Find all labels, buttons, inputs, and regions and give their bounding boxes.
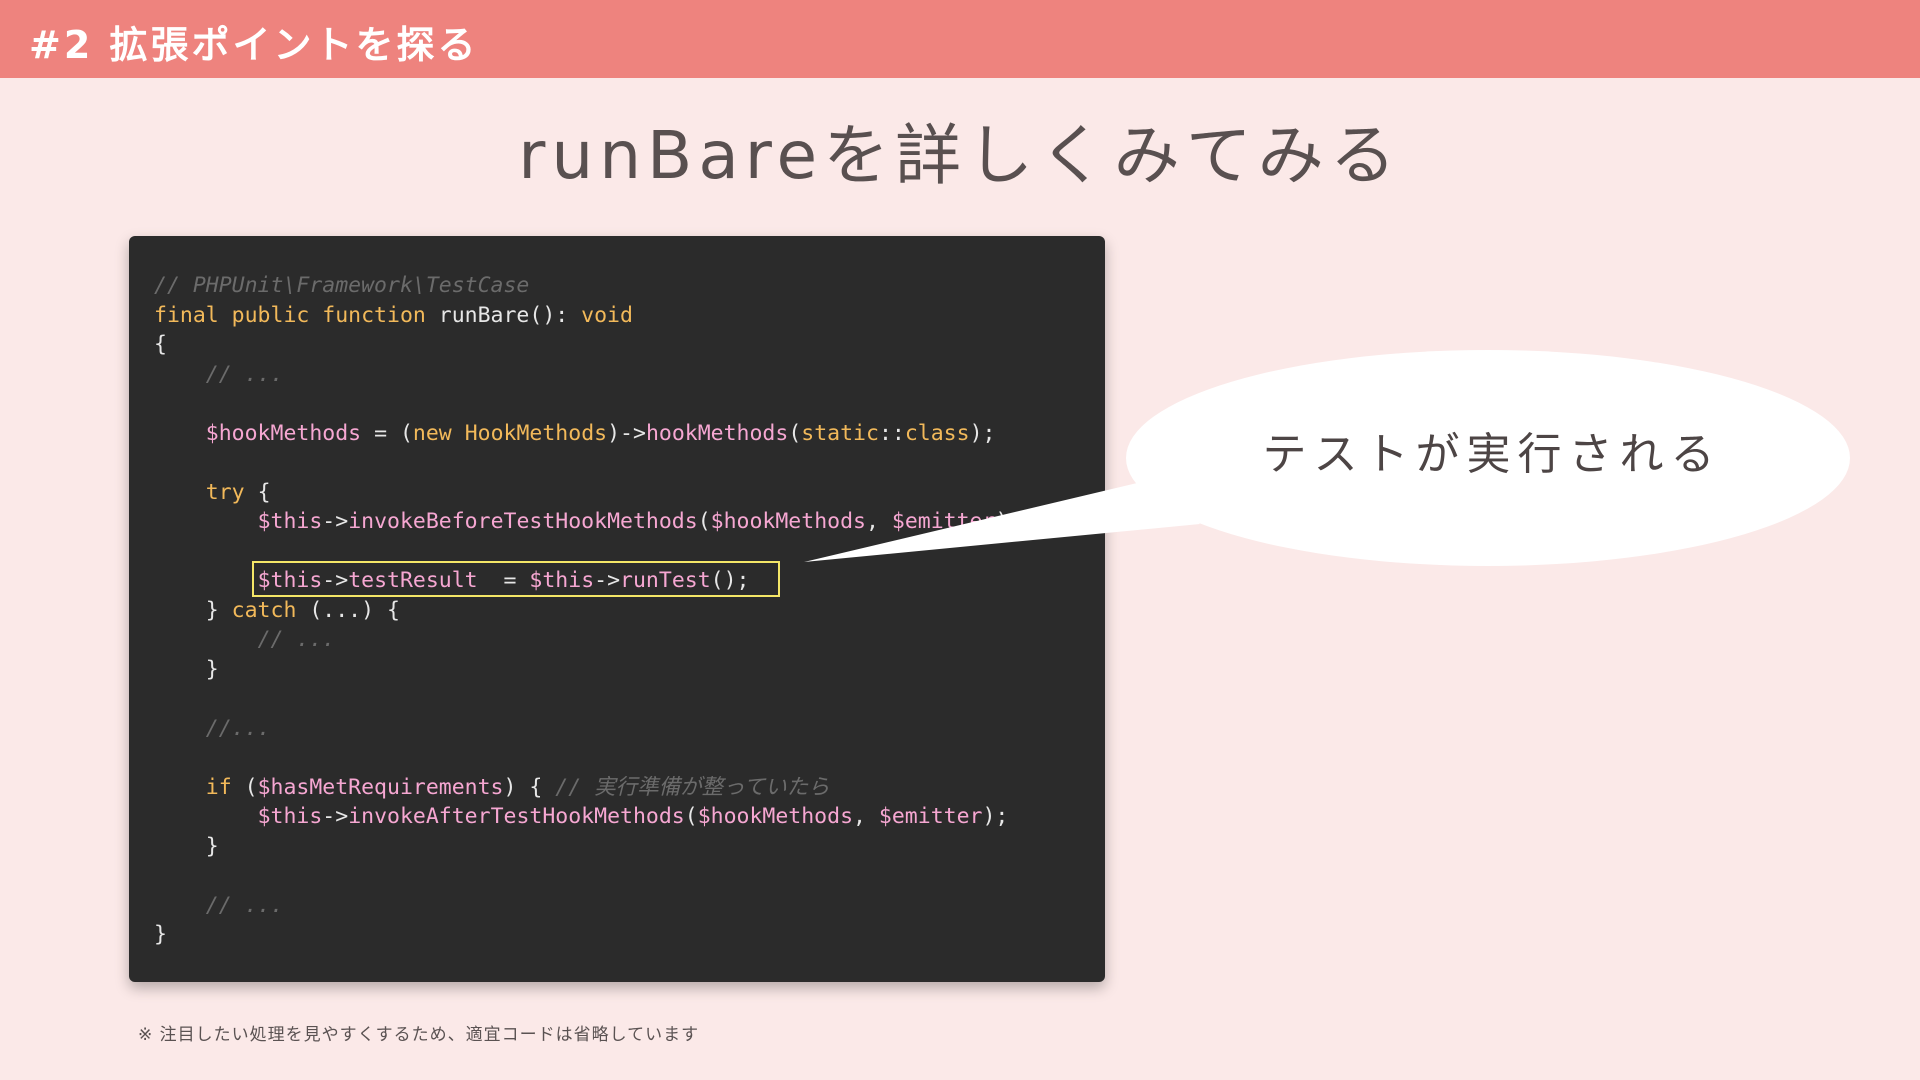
- code-token: ,: [865, 509, 892, 534]
- code-token: ->: [594, 568, 621, 593]
- code-token: hookMethods: [645, 420, 789, 446]
- code-token: {: [244, 479, 271, 505]
- code-token: ::: [878, 420, 905, 446]
- code-token: //: [555, 774, 595, 800]
- code-token: $this: [257, 568, 323, 593]
- code-line: // ...: [154, 360, 1021, 390]
- code-token: (: [231, 774, 258, 800]
- section-title: #2 拡張ポイントを探る: [29, 23, 479, 67]
- code-token: HookMethods: [464, 420, 608, 446]
- code-token: }: [154, 833, 219, 859]
- code-token: 実行準備が整っていたら: [594, 774, 830, 800]
- code-token: catch: [231, 597, 297, 623]
- code-token: if: [205, 774, 232, 800]
- code-token: }: [154, 656, 219, 682]
- code-line: }: [154, 655, 1021, 685]
- code-token: // ...: [257, 627, 336, 652]
- code-token: $this: [257, 509, 323, 534]
- code-line: $this->invokeAfterTestHookMethods($hookM…: [154, 802, 1021, 832]
- callout-text: テストが実行される: [1262, 429, 1722, 480]
- code-token: (: [788, 420, 802, 446]
- code-token: );: [969, 420, 996, 446]
- code-token: $hasMetRequirements: [257, 774, 504, 800]
- code-token: invokeAfterTestHookMethods: [348, 804, 685, 829]
- code-line: try {: [154, 478, 1021, 508]
- code-line: if ($hasMetRequirements) { // 実行準備が整っていた…: [154, 773, 1021, 803]
- code-token: $this: [257, 804, 323, 829]
- code-token: ();: [710, 568, 750, 593]
- code-token: }: [154, 922, 167, 947]
- code-token: invokeBeforeTestHookMethods: [348, 509, 698, 534]
- code-token: =: [477, 568, 530, 593]
- code-line: $this->testResult = $this->runTest();: [154, 566, 1021, 596]
- code-token: $hookMethods: [205, 420, 362, 446]
- code-token: //...: [205, 715, 271, 741]
- code-token: runTest: [620, 568, 711, 593]
- code-block: // PHPUnit\Framework\TestCase final publi…: [154, 271, 1021, 950]
- code-token: // PHPUnit\Framework\TestCase: [154, 273, 530, 298]
- code-line: $this->invokeBeforeTestHookMethods($hook…: [154, 507, 1022, 537]
- code-token: $emitter: [878, 804, 983, 829]
- code-token: (...) {: [296, 597, 400, 623]
- code-token: runBare():: [425, 302, 582, 328]
- code-token: (: [697, 509, 711, 534]
- code-token: void: [581, 302, 633, 328]
- slide-title: runBareを詳しくみてみる: [518, 117, 1402, 194]
- code-token: try: [205, 479, 245, 505]
- code-line: // ...: [154, 891, 1021, 921]
- code-line: } catch (...) {: [154, 596, 1021, 626]
- code-token: ) {: [503, 774, 556, 800]
- code-token: $hookMethods: [710, 509, 866, 534]
- header-bar: #2 拡張ポイントを探る: [0, 0, 1920, 78]
- code-line: {: [154, 330, 1021, 360]
- code-token: $hookMethods: [697, 804, 854, 829]
- code-line: // ...: [154, 625, 1021, 655]
- code-token: )->: [607, 420, 646, 446]
- code-token: );: [995, 509, 1022, 534]
- code-token: $this: [529, 568, 595, 593]
- code-token: // ...: [205, 361, 284, 387]
- code-line: }: [154, 832, 1021, 862]
- code-token: ->: [322, 804, 349, 829]
- code-token: (: [684, 804, 698, 829]
- code-token: ->: [322, 509, 349, 534]
- code-token: ->: [322, 568, 349, 593]
- code-line: }: [154, 920, 1021, 950]
- code-line: final public function runBare(): void: [154, 301, 1021, 331]
- code-token: static: [801, 420, 879, 446]
- code-token: // ...: [205, 892, 284, 918]
- code-token: final public function: [154, 302, 426, 328]
- code-token: testResult: [348, 568, 478, 593]
- code-token: class: [904, 420, 970, 446]
- code-token: {: [154, 332, 167, 357]
- code-token: new: [412, 420, 452, 446]
- code-token: = (: [361, 420, 413, 446]
- code-line: $hookMethods = (new HookMethods)->hookMe…: [154, 419, 1021, 449]
- footnote: ※ 注目したい処理を見やすくするため、適宜コードは省略しています: [138, 1025, 700, 1045]
- code-token: );: [982, 804, 1009, 829]
- code-line: // PHPUnit\Framework\TestCase: [154, 271, 1021, 301]
- code-token: $emitter: [891, 509, 996, 534]
- code-token: ,: [853, 804, 879, 829]
- code-token: }: [154, 597, 232, 623]
- code-line: //...: [154, 714, 1021, 744]
